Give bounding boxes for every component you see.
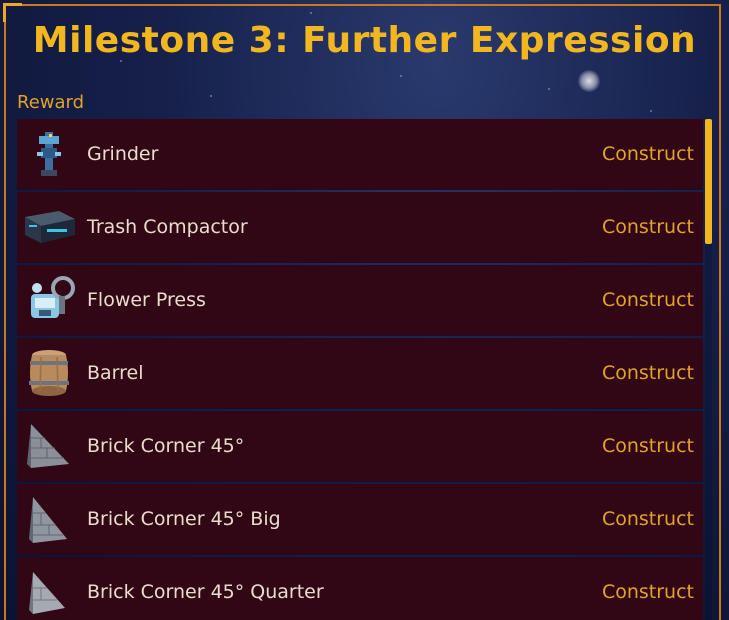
item-name: Brick Corner 45° Quarter — [87, 581, 324, 603]
brick-corner-big-icon — [21, 491, 77, 547]
construct-label: Construct — [601, 289, 694, 311]
reward-section-label: Reward — [17, 92, 85, 113]
list-item[interactable]: Grinder Construct — [17, 119, 703, 190]
list-item[interactable]: Brick Corner 45° Big Construct — [17, 484, 703, 555]
item-name: Brick Corner 45° Big — [87, 508, 281, 530]
grinder-icon — [21, 126, 77, 182]
item-name: Brick Corner 45° — [87, 435, 245, 457]
list-scrollbar[interactable] — [705, 119, 712, 620]
list-item[interactable]: Barrel Construct — [17, 338, 703, 409]
list-item[interactable]: Brick Corner 45° Construct — [17, 411, 703, 482]
item-name: Flower Press — [87, 289, 206, 311]
reward-list: Grinder Construct Trash Compactor Constr… — [17, 119, 703, 620]
item-name: Barrel — [87, 362, 144, 384]
construct-label: Construct — [601, 143, 694, 165]
list-item[interactable]: Brick Corner 45° Quarter Construct — [17, 557, 703, 620]
construct-label: Construct — [601, 581, 694, 603]
list-item[interactable]: Flower Press Construct — [17, 265, 703, 336]
construct-label: Construct — [601, 508, 694, 530]
trash-compactor-icon — [21, 199, 77, 255]
construct-label: Construct — [601, 362, 694, 384]
flower-press-icon — [21, 272, 77, 328]
item-name: Trash Compactor — [87, 216, 248, 238]
construct-label: Construct — [601, 435, 694, 457]
barrel-icon — [21, 345, 77, 401]
construct-label: Construct — [601, 216, 694, 238]
brick-corner-icon — [21, 418, 77, 474]
list-item[interactable]: Trash Compactor Construct — [17, 192, 703, 263]
scrollbar-thumb[interactable] — [705, 119, 712, 244]
item-name: Grinder — [87, 143, 159, 165]
page-title: Milestone 3: Further Expression — [32, 20, 697, 61]
brick-corner-quarter-icon — [21, 564, 77, 620]
